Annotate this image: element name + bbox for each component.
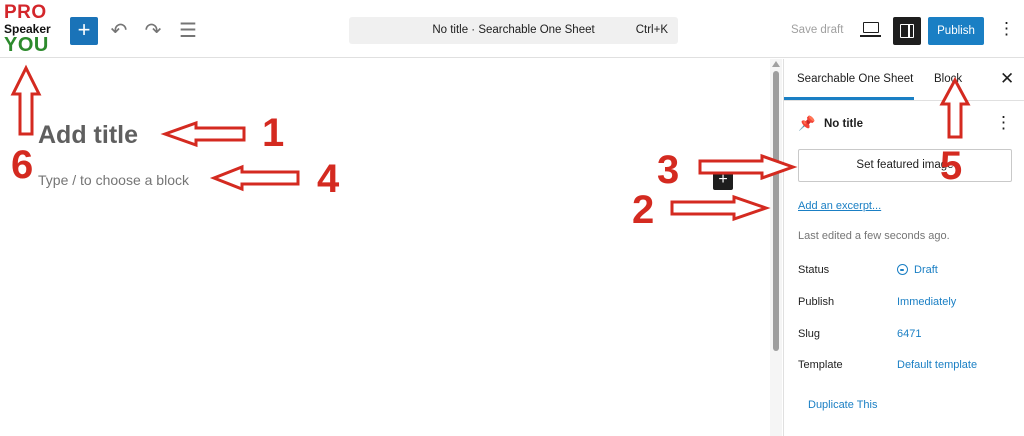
close-icon[interactable]: ✕ bbox=[1000, 69, 1014, 89]
publish-button[interactable]: Publish bbox=[928, 17, 984, 45]
editor-canvas: Add title Type / to choose a block + bbox=[0, 59, 770, 436]
keyboard-shortcut: Ctrl+K bbox=[635, 24, 668, 36]
inline-inserter-button[interactable]: + bbox=[713, 170, 733, 190]
last-edited-text: Last edited a few seconds ago. bbox=[798, 230, 950, 242]
scroll-up-arrow-icon[interactable] bbox=[772, 61, 780, 67]
post-actions-icon[interactable]: ⋮ bbox=[995, 114, 1012, 131]
block-inserter-button[interactable]: + bbox=[70, 17, 98, 45]
tab-block[interactable]: Block bbox=[934, 73, 962, 85]
template-value[interactable]: Default template bbox=[897, 359, 977, 371]
editor-scrollbar[interactable] bbox=[770, 59, 782, 436]
settings-panel-toggle-icon[interactable] bbox=[893, 17, 921, 45]
status-label: Status bbox=[798, 264, 830, 276]
tab-post[interactable]: Searchable One Sheet bbox=[797, 73, 913, 85]
editor-top-toolbar: PRO Speaker YOU + ↶ ↷ ☰ No title · Searc… bbox=[0, 0, 1024, 58]
annotation-number-2: 2 bbox=[632, 188, 655, 232]
status-value-text: Draft bbox=[914, 264, 938, 276]
logo-line-3: YOU bbox=[4, 34, 49, 56]
annotation-number-4: 4 bbox=[317, 157, 340, 201]
undo-icon[interactable]: ↶ bbox=[107, 17, 131, 45]
status-value[interactable]: Draft bbox=[897, 264, 938, 276]
draft-status-icon bbox=[897, 264, 908, 275]
list-view-icon[interactable]: ☰ bbox=[176, 17, 200, 45]
pin-icon: 📌 bbox=[798, 115, 816, 131]
save-draft-button[interactable]: Save draft bbox=[791, 24, 843, 36]
block-appender[interactable]: Type / to choose a block bbox=[38, 172, 189, 188]
slug-label: Slug bbox=[798, 328, 821, 340]
preview-laptop-icon[interactable] bbox=[860, 22, 881, 37]
set-featured-image-button[interactable]: Set featured image bbox=[798, 149, 1012, 182]
logo-line-1: PRO bbox=[4, 2, 47, 23]
annotation-number-3: 3 bbox=[657, 148, 680, 192]
add-excerpt-link[interactable]: Add an excerpt... bbox=[798, 200, 881, 212]
publish-date-value[interactable]: Immediately bbox=[897, 296, 956, 308]
redo-icon[interactable]: ↷ bbox=[141, 17, 165, 45]
options-menu-icon[interactable]: ⋮ bbox=[998, 20, 1015, 37]
annotation-number-1: 1 bbox=[262, 111, 285, 155]
document-title-label: No title · Searchable One Sheet bbox=[432, 24, 595, 36]
post-title-label: No title bbox=[824, 118, 863, 130]
site-logo: PRO Speaker YOU bbox=[4, 2, 52, 56]
settings-sidebar: Searchable One Sheet Block ✕ 📌 No title … bbox=[783, 59, 1024, 436]
annotation-number-6: 6 bbox=[11, 143, 34, 187]
active-tab-indicator bbox=[784, 97, 914, 100]
command-palette-bar[interactable]: No title · Searchable One Sheet Ctrl+K bbox=[349, 17, 678, 44]
template-label: Template bbox=[798, 359, 843, 371]
scrollbar-thumb[interactable] bbox=[773, 71, 779, 351]
duplicate-link[interactable]: Duplicate This bbox=[808, 399, 878, 411]
annotation-number-5: 5 bbox=[940, 144, 963, 188]
slug-value[interactable]: 6471 bbox=[897, 328, 921, 340]
publish-label: Publish bbox=[798, 296, 835, 308]
sidebar-tabs: Searchable One Sheet Block ✕ bbox=[784, 59, 1024, 101]
title-input[interactable]: Add title bbox=[38, 121, 138, 150]
